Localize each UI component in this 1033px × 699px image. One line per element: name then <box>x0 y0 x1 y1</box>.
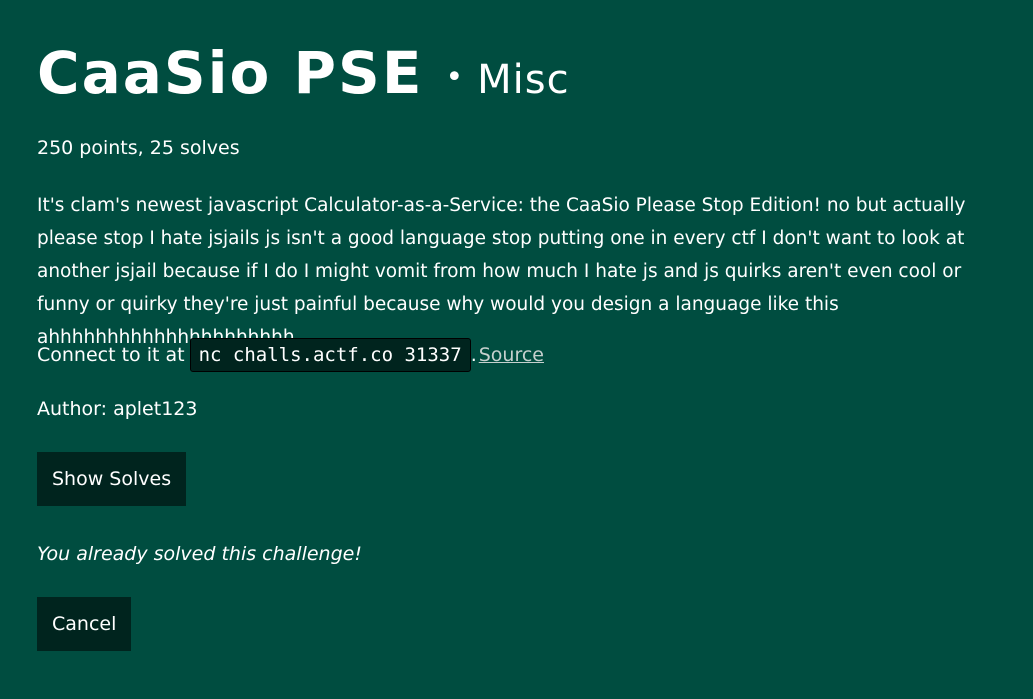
challenge-description: It's clam's newest javascript Calculator… <box>37 195 966 348</box>
challenge-author: Author: aplet123 <box>37 398 198 420</box>
connect-period: . <box>470 344 477 366</box>
show-solves-button[interactable]: Show Solves <box>37 452 187 506</box>
title-row: CaaSio PSE • Misc <box>37 44 570 103</box>
connect-line: Connect to it at nc challs.actf.co 31337… <box>37 338 544 372</box>
cancel-button[interactable]: Cancel <box>37 597 132 651</box>
solved-message: You already solved this challenge! <box>37 543 362 565</box>
source-link[interactable]: Source <box>479 344 544 366</box>
connect-command[interactable]: nc challs.actf.co 31337 <box>189 338 471 372</box>
challenge-modal: CaaSio PSE • Misc 250 points, 25 solves … <box>0 0 1033 699</box>
title-separator: • <box>445 60 464 95</box>
connect-prefix: Connect to it at <box>37 344 185 366</box>
challenge-title: CaaSio PSE <box>37 39 424 107</box>
challenge-category: Misc <box>477 57 570 103</box>
points-solves: 250 points, 25 solves <box>37 137 240 159</box>
